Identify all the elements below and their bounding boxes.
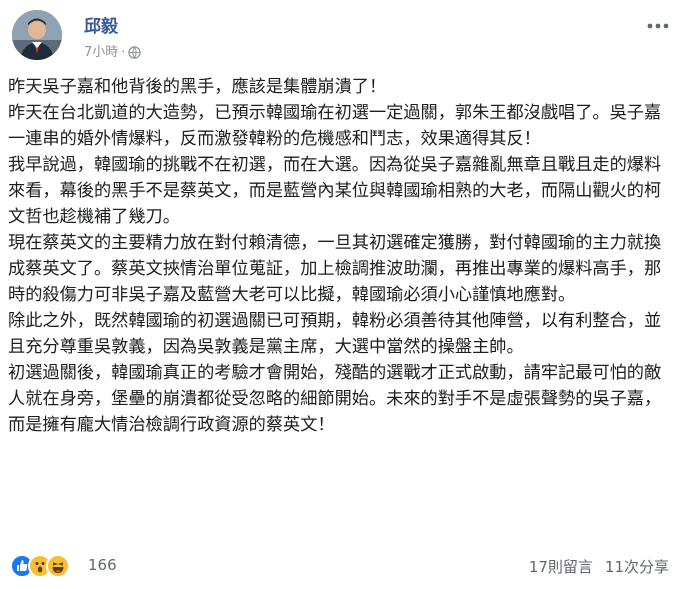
post-footer: 166 17則留言 11次分享 [8,554,673,580]
post-time[interactable]: 7小時 [84,45,118,60]
meta-separator: · [121,45,126,60]
globe-icon [128,46,142,63]
post-paragraph: 我早說過，韓國瑜的挑戰不在初選，而在大選。因為從吳子嘉雜亂無章且戰且走的爆料來看… [8,155,662,227]
facebook-post: 邱毅 7小時 · 昨天吳子嘉和他背後的黑手，應該是集體崩潰了！ 昨天在台北凱道的大… [0,0,681,589]
post-paragraph: 現在蔡英文的主要精力放在對付賴清德，一旦其初選確定獲勝，對付韓國瑜的主力就換成蔡… [8,233,662,305]
shares-count[interactable]: 11次分享 [605,558,669,576]
comments-count[interactable]: 17則留言 [529,558,593,576]
author-avatar[interactable] [12,10,62,60]
post-body: 昨天吳子嘉和他背後的黑手，應該是集體崩潰了！ 昨天在台北凱道的大造勢，已預示韓國… [8,74,674,438]
post-paragraph: 初選過關後，韓國瑜真正的考驗才會開始，殘酷的選戰才正式啟動，請牢記最可怕的敵人就… [8,363,662,435]
haha-icon [46,554,70,578]
engagement-stats: 17則留言 11次分享 [517,556,669,577]
more-options-icon[interactable] [647,14,669,30]
post-header: 邱毅 7小時 · [8,8,673,62]
post-paragraph: 昨天在台北凱道的大造勢，已預示韓國瑜在初選一定過關，郭朱王都沒戲唱了。吳子嘉一連… [8,103,662,149]
post-meta: 7小時 · [84,41,142,63]
post-paragraph: 除此之外，既然韓國瑜的初選過關已可預期，韓粉必須善待其他陣營，以有利整合，並且充… [8,311,662,357]
avatar-photo-icon [12,10,62,60]
post-paragraph: 昨天吳子嘉和他背後的黑手，應該是集體崩潰了！ [8,77,387,97]
reaction-count[interactable]: 166 [88,556,117,574]
author-name[interactable]: 邱毅 [84,12,118,37]
